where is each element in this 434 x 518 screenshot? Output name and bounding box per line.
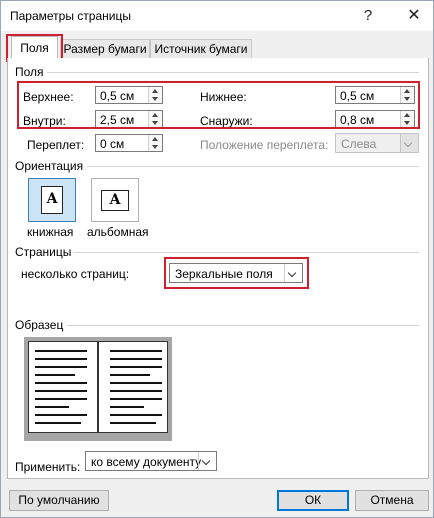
gutter-label: Переплет: <box>27 138 85 152</box>
portrait-letter: A <box>46 191 58 207</box>
text-line <box>110 406 144 408</box>
chevron-down-icon[interactable] <box>198 452 216 470</box>
text-line <box>35 390 87 392</box>
landscape-letter: A <box>109 192 121 208</box>
close-button[interactable]: ✕ <box>399 4 429 28</box>
chevron-down-icon <box>400 134 418 152</box>
dialog-title: Параметры страницы <box>10 9 131 23</box>
orientation-section-title: Ориентация <box>15 159 84 173</box>
apply-to-value: ко всему документу <box>91 455 202 469</box>
text-line <box>110 398 162 400</box>
preview-page-left <box>28 341 98 433</box>
multiple-pages-label: несколько страниц: <box>21 267 130 281</box>
text-line <box>35 358 87 360</box>
gutter-position-label: Положение переплета: <box>200 138 329 152</box>
text-line <box>35 406 69 408</box>
margins-section-title: Поля <box>15 65 44 79</box>
orientation-divider <box>87 166 419 167</box>
margins-divider <box>47 72 419 73</box>
preview-area <box>24 337 172 441</box>
landscape-page-icon: A <box>101 190 129 211</box>
gutter-value: 0 см <box>100 137 125 151</box>
apply-to-select[interactable]: ко всему документу <box>85 451 217 471</box>
gutter-position-select: Слева <box>335 133 419 153</box>
text-line <box>35 422 81 424</box>
gutter-spinner[interactable]: 0 см <box>95 134 163 152</box>
text-line <box>110 382 162 384</box>
tab-paper-size-label: Размер бумаги <box>63 42 147 56</box>
text-line <box>35 414 87 416</box>
cancel-button[interactable]: Отмена <box>355 490 429 511</box>
text-line <box>35 382 87 384</box>
preview-page-right <box>98 341 168 433</box>
text-line <box>110 422 156 424</box>
tab-paper-size[interactable]: Размер бумаги <box>60 39 150 59</box>
highlight-multiple-pages <box>164 257 309 289</box>
page-setup-dialog: Параметры страницы ? ✕ Поля Размер бумаг… <box>0 0 434 518</box>
title-bar[interactable]: Параметры страницы ? ✕ <box>1 1 433 31</box>
spin-up-icon[interactable] <box>152 137 158 141</box>
text-line <box>110 366 162 368</box>
text-line <box>110 390 162 392</box>
apply-to-label: Применить: <box>15 460 81 474</box>
text-line <box>110 358 162 360</box>
ok-button[interactable]: ОК <box>277 490 349 511</box>
landscape-button[interactable]: A <box>91 178 139 222</box>
portrait-label: книжная <box>27 225 74 239</box>
text-line <box>110 414 162 416</box>
preview-section-title: Образец <box>15 318 64 332</box>
help-button[interactable]: ? <box>353 4 383 28</box>
spin-down-icon[interactable] <box>152 145 158 149</box>
portrait-page-icon: A <box>41 186 63 214</box>
gutter-position-value: Слева <box>341 137 377 151</box>
text-line <box>35 398 87 400</box>
pages-divider <box>73 252 419 253</box>
text-line <box>35 374 75 376</box>
preview-divider <box>67 325 419 326</box>
text-line <box>110 350 162 352</box>
tab-paper-source[interactable]: Источник бумаги <box>150 39 252 59</box>
gutter-arrows[interactable] <box>148 135 162 151</box>
pages-section-title: Страницы <box>15 245 72 259</box>
set-default-button[interactable]: По умолчанию <box>9 490 109 511</box>
text-line <box>35 366 87 368</box>
text-line <box>110 374 150 376</box>
text-line <box>35 350 87 352</box>
landscape-label: альбомная <box>87 225 149 239</box>
tab-paper-source-label: Источник бумаги <box>154 42 248 56</box>
highlight-margin-fields <box>17 81 420 129</box>
portrait-button[interactable]: A <box>28 178 76 222</box>
